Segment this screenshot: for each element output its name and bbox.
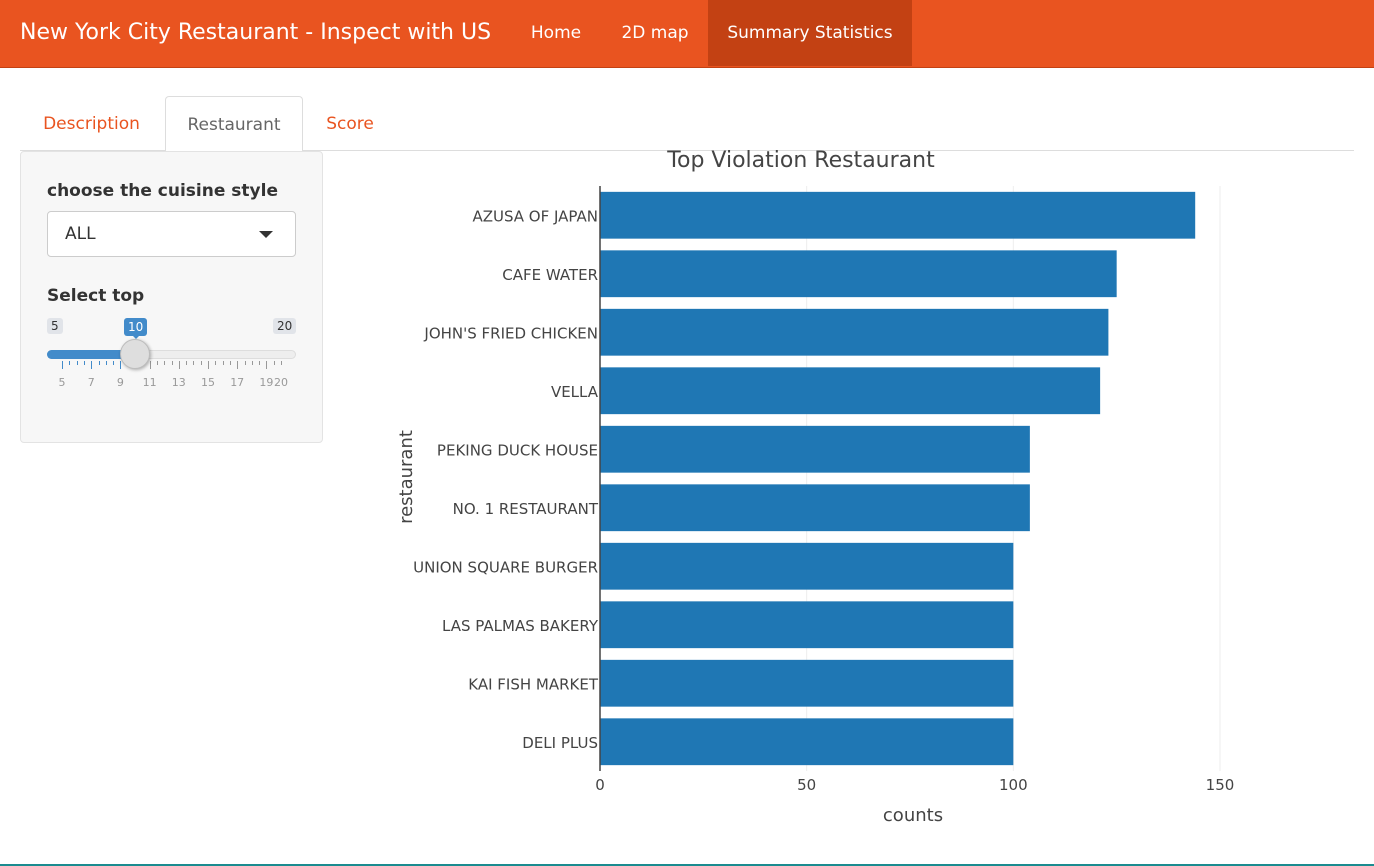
slider-tick <box>244 361 246 365</box>
chart-bar[interactable] <box>600 542 1014 590</box>
chart-y-axis-label: restaurant <box>396 430 417 524</box>
chart-category-label: CAFE WATER <box>502 266 598 284</box>
slider-tick <box>251 361 253 365</box>
slider-grid-label: 7 <box>87 376 95 389</box>
chart-category-label: UNION SQUARE BURGER <box>413 558 598 576</box>
slider-tick <box>113 361 115 365</box>
slider-grid-label: 9 <box>116 376 124 389</box>
slider-tick <box>69 361 71 365</box>
slider-tick <box>259 361 261 365</box>
slider-tick <box>76 361 78 365</box>
slider-tick <box>164 361 166 365</box>
slider-grid-label: 11 <box>142 376 157 389</box>
slider-tick <box>156 361 158 365</box>
slider-tick <box>186 361 188 365</box>
slider-min-label: 5 <box>47 318 63 334</box>
select-top-label: Select top <box>47 286 145 306</box>
chart-bar[interactable] <box>600 191 1196 239</box>
slider-tick <box>229 361 231 365</box>
chart-category-label: KAI FISH MARKET <box>468 675 599 693</box>
chart-x-axis-label: counts <box>883 805 943 826</box>
slider-tick <box>98 361 100 365</box>
chart-x-tick-labels: 0 50 100 150 <box>595 776 1234 794</box>
slider-grid-label: 5 <box>58 376 66 389</box>
slider-grid-label: 17 <box>230 376 245 389</box>
slider-tick <box>237 361 239 369</box>
chart-title: Top Violation Restaurant <box>666 148 935 173</box>
chart-bar[interactable] <box>600 308 1109 356</box>
chart-bar[interactable] <box>600 659 1014 707</box>
chart-bar[interactable] <box>600 601 1014 649</box>
slider-tick <box>208 361 209 369</box>
chart-category-label: NO. 1 RESTAURANT <box>453 500 599 518</box>
slider-tick <box>120 361 122 369</box>
slider-tick <box>171 361 173 365</box>
slider-grid-label: 20 <box>274 376 288 389</box>
chart-bar[interactable] <box>600 425 1030 473</box>
chart-x-tick-label: 0 <box>595 776 605 794</box>
tab-restaurant[interactable]: Restaurant <box>165 96 303 152</box>
chart-category-labels: AZUSA OF JAPAN CAFE WATER JOHN'S FRIED CHI… <box>413 207 599 752</box>
slider-grid-label: 13 <box>171 376 186 389</box>
slider-value-label: 10 <box>124 318 148 339</box>
chart-x-tick-label: 150 <box>1206 776 1235 794</box>
slider-tick <box>178 361 180 369</box>
chart-bar[interactable] <box>600 367 1101 415</box>
slider-tick <box>193 361 195 365</box>
slider-tick <box>273 361 275 365</box>
slider-tick <box>149 361 151 369</box>
slider-grid-label: 15 <box>201 376 215 389</box>
caret-down-icon <box>259 231 273 238</box>
chart-category-label: AZUSA OF JAPAN <box>472 207 598 225</box>
sidebar-panel: choose the cuisine style ALL Select top … <box>20 151 323 443</box>
navbar: New York City Restaurant - Inspect with … <box>0 0 1374 68</box>
slider-tick <box>222 361 224 365</box>
slider-tick <box>200 361 202 365</box>
slider-handle[interactable] <box>120 339 150 369</box>
slider-tick <box>62 361 63 369</box>
nav-summary-statistics[interactable]: Summary Statistics <box>708 0 912 66</box>
cuisine-select-value: ALL <box>65 224 96 244</box>
slider-tick <box>105 361 107 365</box>
chart-category-label: DELI PLUS <box>522 734 598 752</box>
chart-bars <box>600 191 1196 766</box>
chart-category-label: LAS PALMAS BAKERY <box>442 617 599 635</box>
chart-bar[interactable] <box>600 250 1117 298</box>
violation-bar-chart: AZUSA OF JAPAN CAFE WATER JOHN'S FRIED CHI… <box>396 148 1234 826</box>
cuisine-select[interactable]: ALL <box>47 211 296 257</box>
slider-max-label: 20 <box>273 318 297 334</box>
slider-tick <box>91 361 93 369</box>
nav-2d-map[interactable]: 2D map <box>603 0 707 66</box>
chart-bar[interactable] <box>600 484 1030 532</box>
cuisine-label: choose the cuisine style <box>47 181 278 201</box>
chart-x-tick-label: 50 <box>797 776 816 794</box>
nav-home[interactable]: Home <box>511 0 601 66</box>
chart-category-label: PEKING DUCK HOUSE <box>437 441 598 459</box>
slider-grid-label: 19 <box>259 376 274 389</box>
chart-bar[interactable] <box>600 718 1014 766</box>
slider-tick <box>83 361 85 365</box>
chart-category-label: VELLA <box>551 383 599 401</box>
slider-tick <box>281 361 282 365</box>
tab-description[interactable]: Description <box>21 96 162 151</box>
slider-tick <box>215 361 217 365</box>
app-title[interactable]: New York City Restaurant - Inspect with … <box>20 0 491 66</box>
chart-x-tick-label: 100 <box>999 776 1028 794</box>
slider-tick <box>266 361 268 369</box>
chart-category-label: JOHN'S FRIED CHICKEN <box>423 324 598 342</box>
